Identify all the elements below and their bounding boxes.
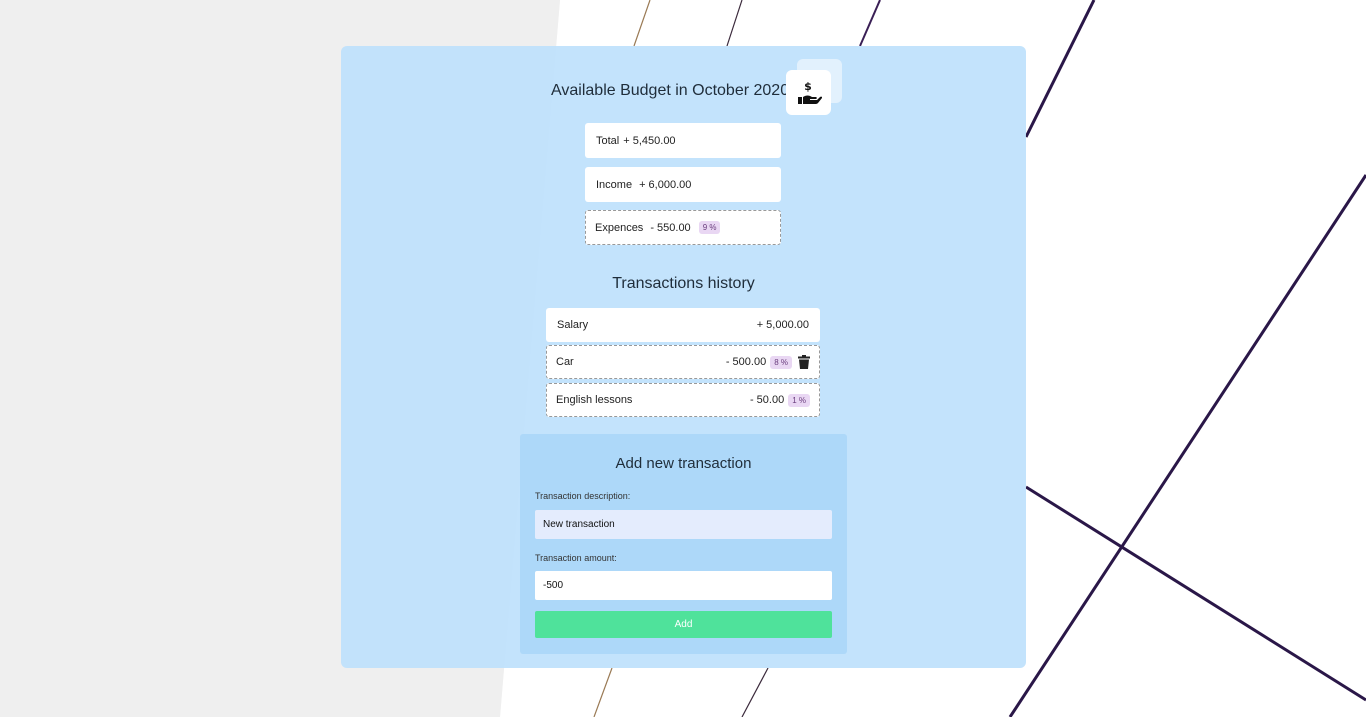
transaction-name: Car xyxy=(556,356,574,368)
svg-text:$: $ xyxy=(804,80,812,93)
transaction-amount: - 500.00 xyxy=(725,356,767,368)
money-hand-icon: $ xyxy=(786,70,831,115)
transaction-percent-badge: 1 % xyxy=(788,393,810,407)
amount-input[interactable] xyxy=(535,571,832,600)
income-value: + 6,000.00 xyxy=(639,178,692,191)
expenses-percent-badge: 9 % xyxy=(698,221,721,234)
amount-label: Transaction amount: xyxy=(535,553,617,563)
expenses-value: - 550.00 xyxy=(650,221,691,234)
total-label: Total xyxy=(596,134,620,147)
description-input[interactable] xyxy=(535,510,832,539)
transaction-name: English lessons xyxy=(556,394,633,406)
transaction-amount: - 50.00 xyxy=(749,394,785,406)
expenses-summary: Expences - 550.00 9 % xyxy=(585,210,781,245)
history-title: Transactions history xyxy=(612,275,755,292)
income-label: Income xyxy=(596,178,633,191)
description-label: Transaction description: xyxy=(535,491,631,501)
budget-title: Available Budget in October 2020 xyxy=(551,82,790,99)
transaction-amount: + 5,000.00 xyxy=(756,319,809,331)
income-summary: Income + 6,000.00 xyxy=(585,167,781,202)
transaction-row-salary: Salary + 5,000.00 xyxy=(546,308,820,342)
form-title: Add new transaction xyxy=(615,455,752,472)
add-button[interactable]: Add xyxy=(535,611,832,638)
total-summary: Total + 5,450.00 xyxy=(585,123,781,158)
transaction-percent-badge: 8 % xyxy=(770,355,792,369)
transaction-name: Salary xyxy=(557,319,589,331)
trash-icon[interactable] xyxy=(798,355,810,369)
transaction-row-english-lessons: English lessons - 50.00 1 % xyxy=(546,383,820,417)
transaction-row-car[interactable]: Car - 500.00 8 % xyxy=(546,345,820,379)
total-value: + 5,450.00 xyxy=(623,134,676,147)
expenses-label: Expences xyxy=(595,221,644,234)
